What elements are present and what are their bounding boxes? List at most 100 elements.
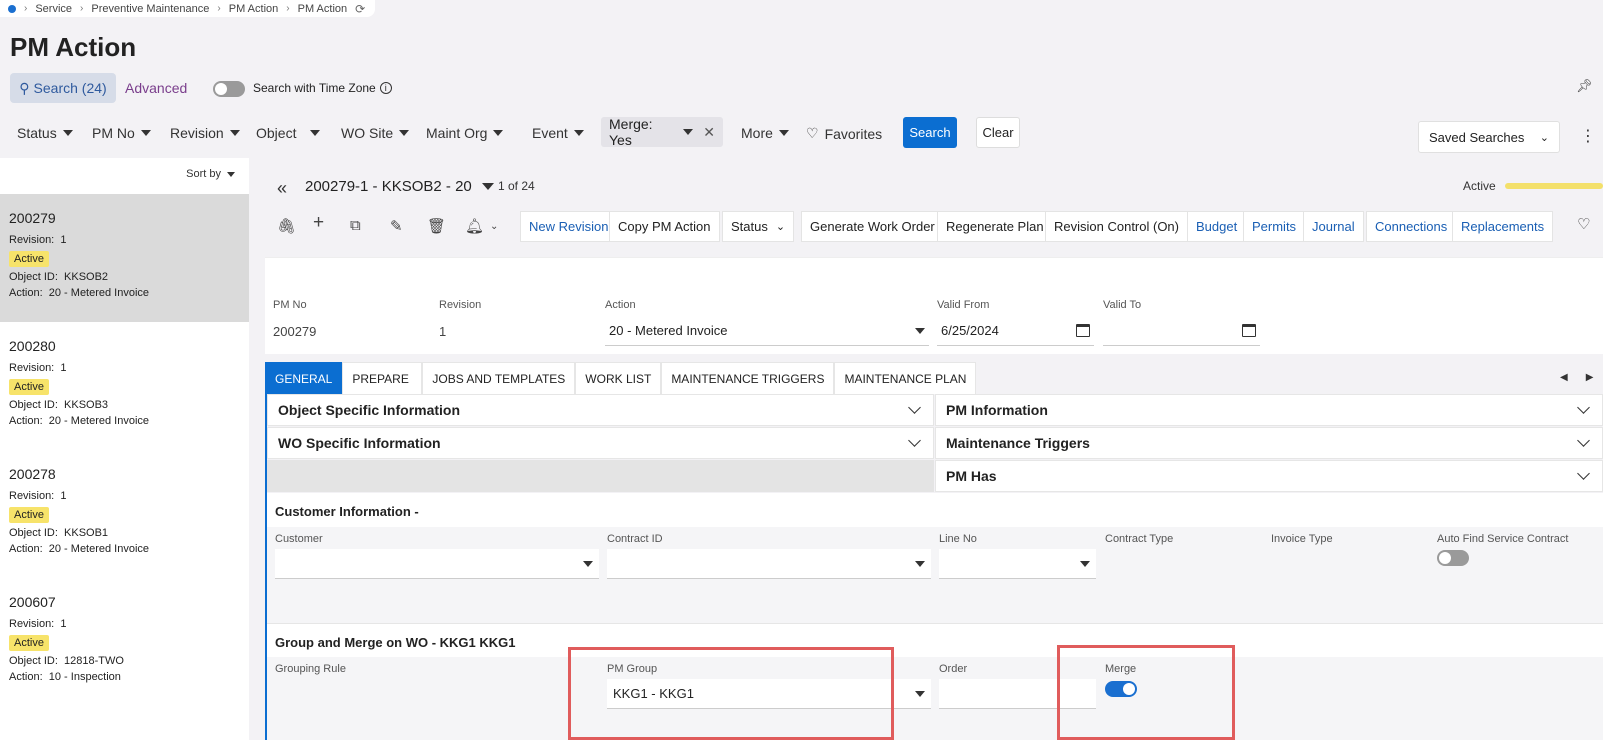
delete-icon[interactable]: 🗑︎ xyxy=(427,217,446,235)
pm-no-label: PM No xyxy=(273,299,307,311)
customer-info-body: Customer Contract ID Line No Contract Ty… xyxy=(267,527,1603,623)
caret-down-icon xyxy=(1080,560,1090,567)
sort-by-button[interactable]: Sort by xyxy=(186,168,235,180)
info-icon[interactable]: i xyxy=(379,82,392,94)
section-object-specific[interactable]: Object Specific Information xyxy=(267,394,934,426)
home-icon[interactable] xyxy=(8,4,16,13)
list-item-action: Action: 10 - Inspection xyxy=(9,671,121,683)
journal-button[interactable]: Journal xyxy=(1303,211,1364,242)
notifications-button[interactable]: 🔔︎ ⌄ xyxy=(465,217,498,235)
valid-to-label: Valid To xyxy=(1103,299,1142,311)
contract-type-label: Contract Type xyxy=(1105,533,1174,545)
copy-pm-action-button[interactable]: Copy PM Action xyxy=(609,211,720,242)
connections-button[interactable]: Connections xyxy=(1366,211,1457,242)
status-menu-button[interactable]: Status ⌄ xyxy=(722,211,795,242)
section-maintenance-triggers[interactable]: Maintenance Triggers xyxy=(935,427,1603,459)
customer-select[interactable] xyxy=(275,549,599,579)
section-wo-specific[interactable]: WO Specific Information xyxy=(267,427,934,459)
clear-button[interactable]: Clear xyxy=(976,117,1020,148)
duplicate-icon[interactable]: ⧉ xyxy=(350,217,361,234)
list-item[interactable]: 200607 Revision: 1 Active Object ID: 128… xyxy=(0,578,249,706)
bell-icon: 🔔︎ xyxy=(465,218,485,235)
calendar-icon[interactable] xyxy=(1242,324,1256,337)
search-toggle-button[interactable]: ⚲ Search (24) xyxy=(10,73,116,103)
empty-section-placeholder xyxy=(267,460,934,492)
filter-label: PM No xyxy=(92,125,135,141)
breadcrumb-pm-action[interactable]: PM Action xyxy=(229,3,279,15)
tab-maintenance-plan[interactable]: MAINTENANCE PLAN xyxy=(834,362,977,394)
auto-find-toggle[interactable] xyxy=(1437,550,1469,566)
advanced-search-link[interactable]: Advanced xyxy=(125,80,187,96)
filter-maint-org[interactable]: Maint Org xyxy=(426,125,504,141)
add-icon[interactable]: + xyxy=(313,212,324,234)
filter-revision[interactable]: Revision xyxy=(170,125,240,141)
refresh-icon[interactable]: ⟳ xyxy=(355,2,365,16)
collapse-list-icon[interactable]: « xyxy=(277,178,287,199)
close-icon[interactable]: ✕ xyxy=(703,124,715,141)
pin-icon[interactable]: 📌︎ xyxy=(1576,78,1593,94)
tab-jobs-and-templates[interactable]: JOBS AND TEMPLATES xyxy=(422,362,576,394)
section-pm-has[interactable]: PM Has xyxy=(935,460,1603,492)
chevron-down-icon xyxy=(1577,467,1590,480)
contract-id-select[interactable] xyxy=(607,549,931,579)
merge-filter-chip[interactable]: Merge: Yes ✕ xyxy=(601,116,723,148)
action-select[interactable]: 20 - Metered Invoice xyxy=(605,316,929,346)
tab-general[interactable]: GENERAL xyxy=(265,362,343,394)
record-selector[interactable]: 200279-1 - KKSOB2 - 20 xyxy=(305,178,494,195)
chevron-down-icon: ⌄ xyxy=(1539,131,1549,144)
state-progress-bar xyxy=(1505,183,1603,189)
favorite-heart-icon[interactable]: ♡ xyxy=(1577,215,1590,233)
list-item[interactable]: 200280 Revision: 1 Active Object ID: KKS… xyxy=(0,322,249,450)
generate-work-order-button[interactable]: Generate Work Order xyxy=(801,211,944,242)
replacements-button[interactable]: Replacements xyxy=(1452,211,1554,242)
breadcrumb-service[interactable]: Service xyxy=(35,3,72,15)
valid-from-value: 6/25/2024 xyxy=(941,323,999,338)
revision-control-button[interactable]: Revision Control (On) xyxy=(1045,211,1188,242)
list-item[interactable]: 200279 Revision: 1 Active Object ID: KKS… xyxy=(0,194,249,322)
caret-left-icon[interactable]: ◀ xyxy=(1560,372,1568,383)
more-options-icon[interactable]: ⋮ xyxy=(1580,126,1596,146)
caret-down-icon[interactable] xyxy=(683,129,694,135)
list-item-object: Object ID: KKSOB2 xyxy=(9,271,109,283)
filter-wo-site[interactable]: WO Site xyxy=(341,125,410,141)
valid-to-input[interactable] xyxy=(1103,316,1260,346)
caret-down-icon xyxy=(227,171,235,177)
action-label: Action xyxy=(605,299,636,311)
budget-button[interactable]: Budget xyxy=(1187,211,1247,242)
permits-button[interactable]: Permits xyxy=(1243,211,1306,242)
list-item-id: 200280 xyxy=(9,338,56,354)
filter-label: Maint Org xyxy=(426,125,488,141)
caret-down-icon xyxy=(915,690,925,697)
new-revision-button[interactable]: New Revision xyxy=(520,211,618,242)
breadcrumb-preventive-maintenance[interactable]: Preventive Maintenance xyxy=(91,3,209,15)
saved-searches-dropdown[interactable]: Saved Searches ⌄ xyxy=(1418,121,1560,153)
section-pm-information[interactable]: PM Information xyxy=(935,394,1603,426)
search-button[interactable]: Search xyxy=(903,117,957,148)
saved-searches-label: Saved Searches xyxy=(1429,129,1525,145)
tab-work-list[interactable]: WORK LIST xyxy=(575,362,662,394)
breadcrumb-current: PM Action xyxy=(297,2,348,15)
favorites-button[interactable]: ♡ Favorites xyxy=(806,125,882,142)
list-item-id: 200279 xyxy=(9,210,56,226)
caret-down-icon xyxy=(915,327,925,334)
list-item[interactable]: 200278 Revision: 1 Active Object ID: KKS… xyxy=(0,450,249,578)
list-item-revision: Revision: 1 xyxy=(9,234,67,246)
breadcrumb: › Service › Preventive Maintenance › PM … xyxy=(0,0,376,17)
calendar-icon[interactable] xyxy=(1076,324,1090,337)
caret-right-icon[interactable]: ▶ xyxy=(1586,372,1594,383)
action-value: 20 - Metered Invoice xyxy=(609,323,728,338)
tab-maintenance-triggers[interactable]: MAINTENANCE TRIGGERS xyxy=(661,362,835,394)
more-filters[interactable]: More xyxy=(741,125,789,141)
filter-status[interactable]: Status xyxy=(17,125,73,141)
filter-event[interactable]: Event xyxy=(532,125,584,141)
tab-prepare[interactable]: PREPARE xyxy=(342,362,423,394)
edit-icon[interactable]: ✎ xyxy=(390,217,403,235)
caret-down-icon xyxy=(399,130,410,136)
attachment-icon[interactable]: 🖇︎ xyxy=(277,217,296,235)
filter-object[interactable]: Object xyxy=(256,125,321,141)
regenerate-plan-button[interactable]: Regenerate Plan xyxy=(937,211,1053,242)
filter-pm-no[interactable]: PM No xyxy=(92,125,151,141)
line-no-select[interactable] xyxy=(939,549,1096,579)
timezone-toggle[interactable] xyxy=(213,81,245,97)
valid-from-input[interactable]: 6/25/2024 xyxy=(937,316,1094,346)
